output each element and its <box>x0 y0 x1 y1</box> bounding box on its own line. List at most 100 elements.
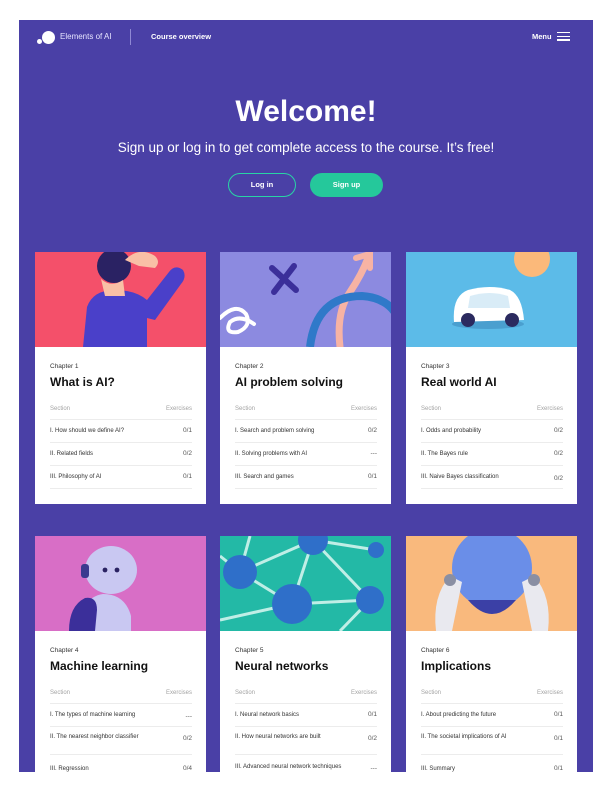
row-divider <box>50 442 192 443</box>
row-divider <box>421 465 563 466</box>
chapter-4-illustration <box>35 536 206 631</box>
exercise-progress: 0/2 <box>182 450 192 457</box>
section-column-header: Section <box>50 690 71 696</box>
chapter-card-5[interactable]: Chapter 5 Neural networks Section Exercises… <box>220 536 391 772</box>
chapter-5-illustration <box>220 536 391 631</box>
chapter-card-3[interactable]: Chapter 3 Real world AI Section Exercises I.… <box>406 252 577 504</box>
section-column-header: Section <box>421 406 442 412</box>
section-link[interactable]: II. Solving problems with AI <box>235 450 343 458</box>
row-divider <box>421 488 563 489</box>
menu-button[interactable]: Menu <box>532 32 552 41</box>
exercise-progress: --- <box>370 450 378 457</box>
exercises-column-header: Exercises <box>165 406 192 412</box>
chapter-3-illustration <box>406 252 577 347</box>
row-divider <box>421 726 563 727</box>
section-link[interactable]: II. The nearest neighbor classifier <box>50 733 158 741</box>
exercises-column-header: Exercises <box>350 690 377 696</box>
chapter-2-number: Chapter 2 <box>235 363 264 370</box>
chapter-1-number: Chapter 1 <box>50 363 79 370</box>
row-divider <box>235 465 377 466</box>
course-page: Elements of AI Course overview Menu Welc… <box>19 20 593 772</box>
chapter-5-title[interactable]: Neural networks <box>235 659 328 673</box>
exercise-progress: --- <box>185 713 193 720</box>
row-divider <box>421 754 563 755</box>
exercise-progress: 0/1 <box>553 765 563 772</box>
sign-up-button[interactable]: Sign up <box>310 173 383 197</box>
exercise-progress: 0/1 <box>553 735 563 742</box>
chapter-card-1[interactable]: Chapter 1 What is AI? Section Exercises I. H… <box>35 252 206 504</box>
row-divider <box>50 465 192 466</box>
exercise-progress: 0/2 <box>367 735 377 742</box>
chapter-card-6[interactable]: Chapter 6 Implications Section Exercises I. … <box>406 536 577 772</box>
elements-logo-icon[interactable] <box>37 31 55 45</box>
section-link[interactable]: II. The societal implications of AI <box>421 733 529 741</box>
section-link[interactable]: III. Advanced neural network techniques <box>235 763 343 771</box>
section-link[interactable]: I. The types of machine learning <box>50 711 158 719</box>
section-link[interactable]: I. Neural network basics <box>235 711 343 719</box>
chapter-4-number: Chapter 4 <box>50 647 79 654</box>
section-column-header: Section <box>235 406 256 412</box>
exercise-progress: 0/1 <box>367 711 377 718</box>
welcome-subtitle: Sign up or log in to get complete access… <box>117 140 495 155</box>
section-link[interactable]: II. How neural networks are built <box>235 733 343 741</box>
section-link[interactable]: I. Search and problem solving <box>235 427 343 435</box>
brand-name[interactable]: Elements of AI <box>60 32 112 41</box>
exercise-progress: 0/2 <box>367 427 377 434</box>
chapter-6-illustration <box>406 536 577 631</box>
section-column-header: Section <box>50 406 71 412</box>
section-link[interactable]: I. About predicting the future <box>421 711 529 719</box>
row-divider <box>235 488 377 489</box>
welcome-heading: Welcome! <box>235 95 377 128</box>
exercises-column-header: Exercises <box>165 690 192 696</box>
chapter-2-title[interactable]: AI problem solving <box>235 375 343 389</box>
section-column-header: Section <box>421 690 442 696</box>
exercise-progress: 0/1 <box>367 473 377 480</box>
chapter-6-number: Chapter 6 <box>421 647 450 654</box>
section-link[interactable]: I. Odds and probability <box>421 427 529 435</box>
chapter-3-title[interactable]: Real world AI <box>421 375 497 389</box>
exercise-progress: 0/1 <box>553 711 563 718</box>
row-divider <box>235 754 377 755</box>
row-divider <box>421 419 563 420</box>
row-divider <box>235 419 377 420</box>
exercise-progress: 0/1 <box>182 427 192 434</box>
chapter-1-title[interactable]: What is AI? <box>50 375 115 389</box>
exercises-column-header: Exercises <box>536 406 563 412</box>
row-divider <box>421 442 563 443</box>
chapter-card-2[interactable]: Chapter 2 AI problem solving Section Exerci… <box>220 252 391 504</box>
section-link[interactable]: III. Naive Bayes classification <box>421 473 529 481</box>
hamburger-menu-icon[interactable] <box>557 32 570 41</box>
log-in-button[interactable]: Log in <box>228 173 296 197</box>
row-divider <box>50 754 192 755</box>
row-divider <box>50 488 192 489</box>
section-link[interactable]: III. Regression <box>50 765 158 772</box>
section-link[interactable]: III. Search and games <box>235 473 343 481</box>
chapter-2-illustration <box>220 252 391 347</box>
row-divider <box>50 703 192 704</box>
chapter-3-number: Chapter 3 <box>421 363 450 370</box>
chapter-5-number: Chapter 5 <box>235 647 264 654</box>
exercises-column-header: Exercises <box>536 690 563 696</box>
exercise-progress: 0/1 <box>182 473 192 480</box>
exercise-progress: 0/2 <box>182 735 192 742</box>
row-divider <box>50 419 192 420</box>
section-link[interactable]: I. How should we define AI? <box>50 427 158 435</box>
row-divider <box>235 726 377 727</box>
section-link[interactable]: III. Philosophy of AI <box>50 473 158 481</box>
chapter-6-title[interactable]: Implications <box>421 659 491 673</box>
chapter-card-4[interactable]: Chapter 4 Machine learning Section Exercise… <box>35 536 206 772</box>
section-link[interactable]: II. Related fields <box>50 450 158 458</box>
top-nav: Elements of AI Course overview Menu <box>19 20 593 56</box>
row-divider <box>235 703 377 704</box>
row-divider <box>421 703 563 704</box>
exercise-progress: --- <box>370 765 378 772</box>
chapter-4-title[interactable]: Machine learning <box>50 659 148 673</box>
row-divider <box>50 726 192 727</box>
exercise-progress: 0/4 <box>182 765 192 772</box>
course-overview-link[interactable]: Course overview <box>151 32 211 41</box>
exercises-column-header: Exercises <box>350 406 377 412</box>
section-link[interactable]: III. Summary <box>421 765 529 772</box>
row-divider <box>235 442 377 443</box>
exercise-progress: 0/2 <box>553 475 563 482</box>
section-link[interactable]: II. The Bayes rule <box>421 450 529 458</box>
